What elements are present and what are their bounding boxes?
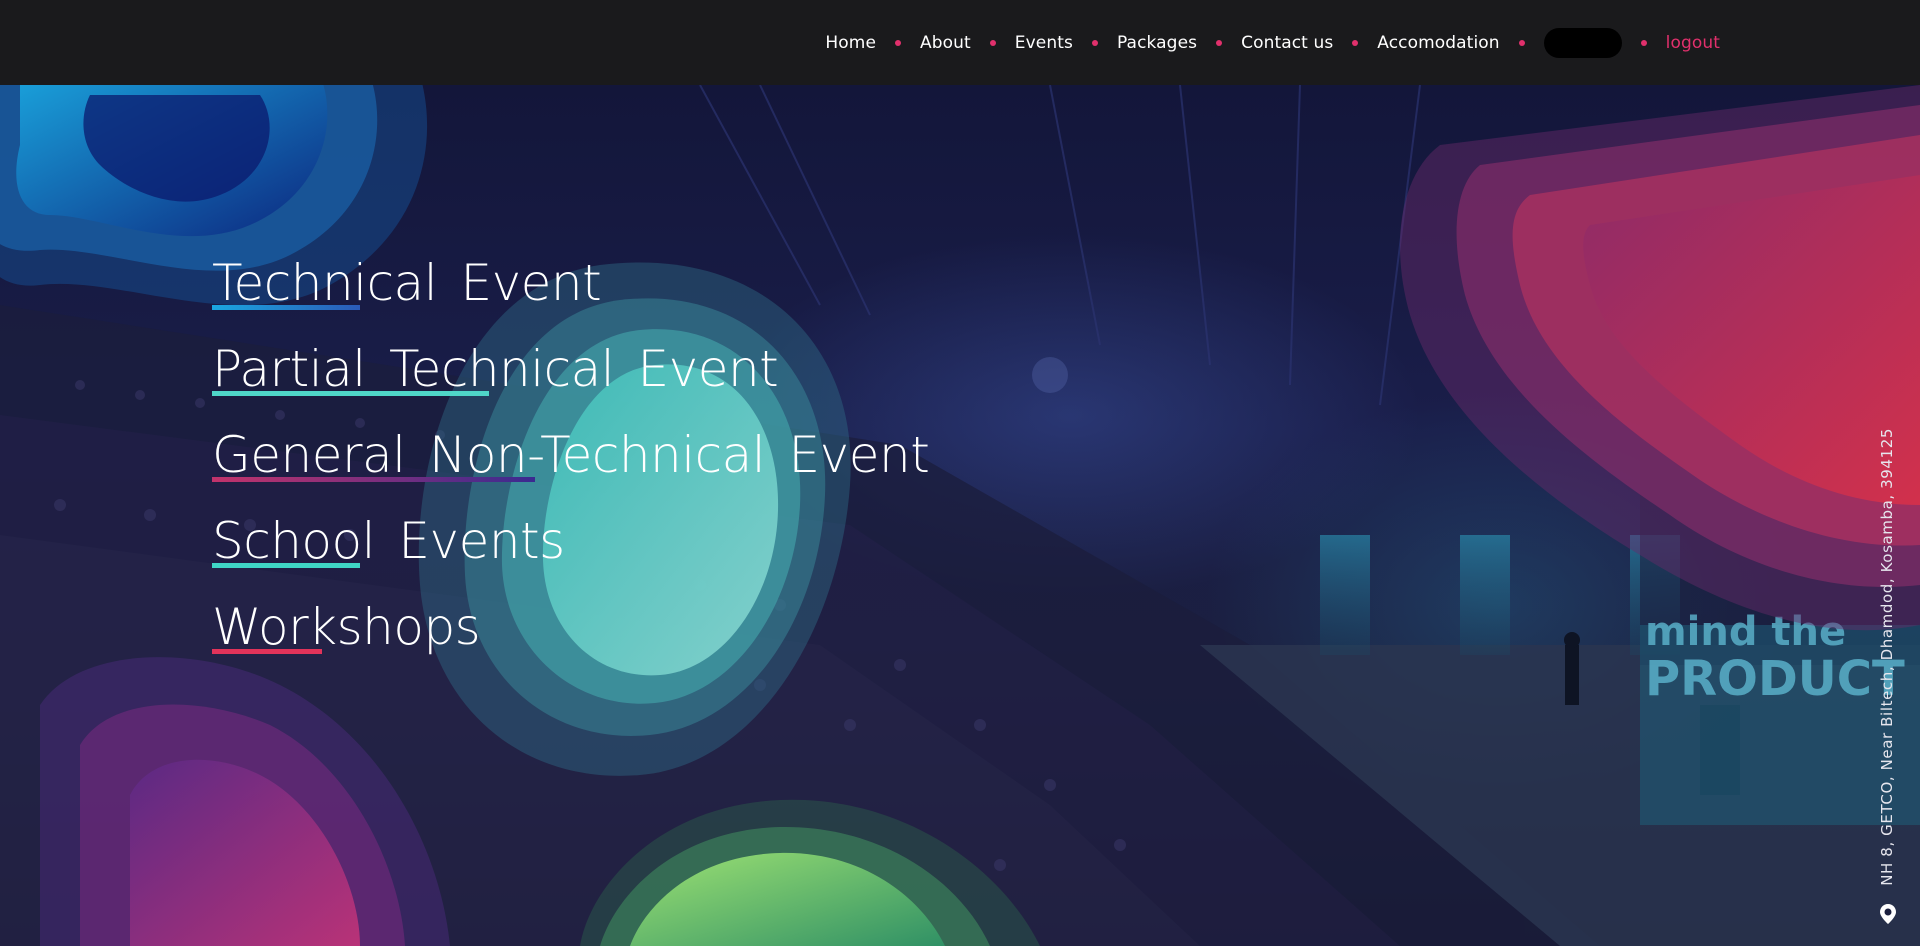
event-link-workshops[interactable]: Workshops bbox=[212, 584, 929, 670]
event-underline-partial-technical bbox=[212, 391, 489, 396]
venue-address: NH 8, GETCO, Near Biltech, Dhamdod, Kosa… bbox=[1878, 428, 1896, 886]
nav-separator-dot bbox=[1091, 39, 1098, 46]
nav-separator-dot bbox=[1640, 39, 1647, 46]
event-link-general-non-technical[interactable]: General Non-Technical Event bbox=[212, 412, 930, 498]
event-label-partial-technical: Partial Technical Event bbox=[212, 340, 779, 398]
nav-link-accomodation[interactable]: Accomodation bbox=[1377, 33, 1499, 53]
event-label-technical: Technical Event bbox=[212, 254, 602, 312]
nav-item-accomodation: Accomodation bbox=[1377, 33, 1543, 53]
nav-item-user bbox=[1543, 27, 1666, 58]
event-label-general-non-technical: General Non-Technical Event bbox=[212, 426, 930, 484]
nav-item-logout: logout bbox=[1666, 33, 1720, 53]
nav-item-events: Events bbox=[1015, 33, 1117, 53]
event-underline-workshops bbox=[212, 649, 322, 654]
nav-item-contact: Contact us bbox=[1241, 33, 1377, 53]
nav-link-contact-us[interactable]: Contact us bbox=[1241, 33, 1333, 53]
nav-separator-dot bbox=[895, 39, 902, 46]
event-link-school-events[interactable]: School Events bbox=[212, 498, 929, 584]
nav-link-about[interactable]: About bbox=[920, 33, 971, 53]
event-link-partial-technical[interactable]: Partial Technical Event bbox=[212, 326, 929, 412]
nav-item-packages: Packages bbox=[1117, 33, 1241, 53]
nav-link-home[interactable]: Home bbox=[825, 33, 876, 53]
location-pin-icon bbox=[1880, 904, 1896, 924]
user-account-pill[interactable] bbox=[1543, 27, 1622, 58]
event-label-workshops: Workshops bbox=[212, 598, 481, 656]
nav-separator-dot bbox=[989, 39, 996, 46]
event-category-list: Technical Event Partial Technical Event … bbox=[212, 240, 930, 670]
event-underline-school-events bbox=[212, 563, 360, 568]
nav-separator-dot bbox=[1216, 39, 1223, 46]
nav-item-about: About bbox=[920, 33, 1015, 53]
logout-link[interactable]: logout bbox=[1666, 33, 1720, 53]
top-navbar: Home About Events Packages Contact us Ac… bbox=[0, 0, 1920, 85]
nav-item-home: Home bbox=[825, 33, 920, 53]
main-nav: Home About Events Packages Contact us Ac… bbox=[825, 0, 1720, 85]
hero-section: mind the PRODUCT Technical Event Partial… bbox=[0, 85, 1920, 946]
nav-link-packages[interactable]: Packages bbox=[1117, 33, 1197, 53]
event-underline-general-non-technical bbox=[212, 477, 535, 482]
nav-link-events[interactable]: Events bbox=[1015, 33, 1073, 53]
nav-separator-dot bbox=[1518, 39, 1525, 46]
event-link-technical[interactable]: Technical Event bbox=[212, 240, 929, 326]
event-label-school-events: School Events bbox=[212, 512, 565, 570]
stage-banner-line-2: PRODUCT bbox=[1645, 651, 1905, 707]
event-underline-technical bbox=[212, 305, 360, 310]
nav-separator-dot bbox=[1352, 39, 1359, 46]
